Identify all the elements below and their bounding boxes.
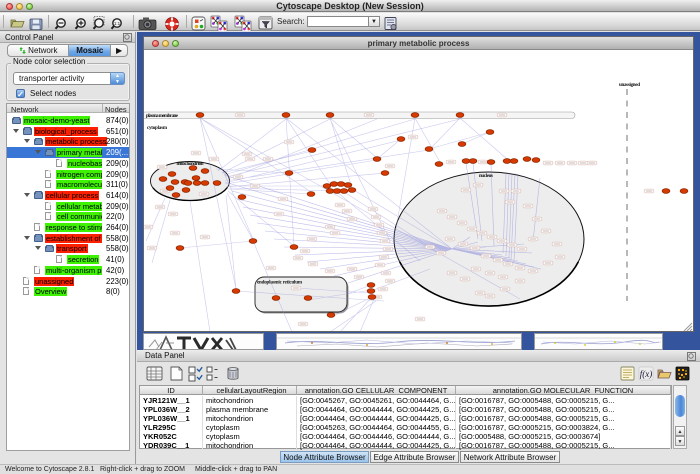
svg-text:mitochondrion: mitochondrion — [177, 162, 204, 167]
svg-text:plasma membrane: plasma membrane — [146, 114, 179, 119]
svg-text:nucleus: nucleus — [479, 174, 493, 179]
svg-text:f(x): f(x) — [640, 369, 653, 379]
svg-text:unassigned: unassigned — [619, 83, 640, 88]
svg-text:endoplasmic reticulum: endoplasmic reticulum — [257, 281, 303, 286]
svg-text:cytoplasm: cytoplasm — [147, 126, 168, 131]
svg-text:1:1: 1:1 — [114, 21, 121, 26]
